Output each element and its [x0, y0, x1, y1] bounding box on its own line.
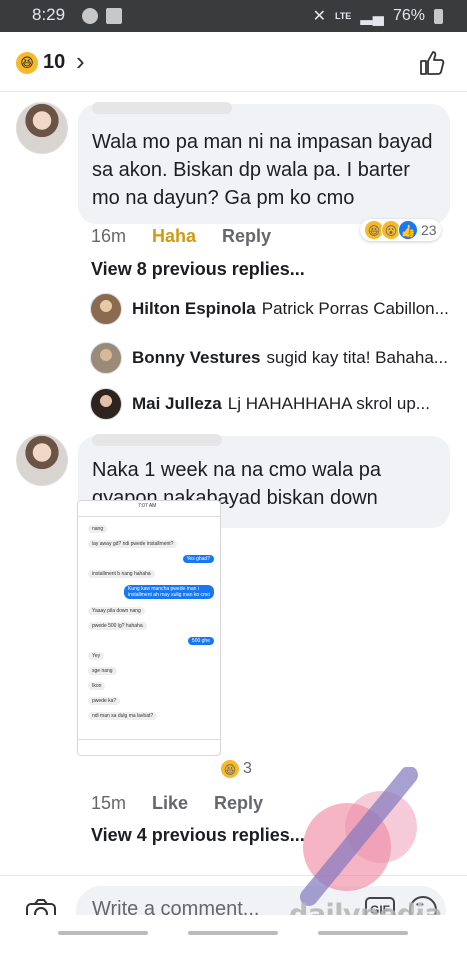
chat-screenshot-time: 7:07 AM: [138, 503, 157, 509]
chat-screenshot-message: ndi man sa dulg ma lavbat?: [88, 712, 158, 720]
like-reaction-icon: 👍: [398, 220, 418, 240]
comment-time: 15m: [91, 793, 127, 813]
commenter-avatar[interactable]: [16, 434, 68, 486]
signal-icon: ▂▄: [360, 8, 384, 25]
nav-back-button[interactable]: [58, 931, 148, 935]
gallery-icon: [106, 8, 122, 24]
status-right: ✕ LTE ▂▄ 76%: [313, 6, 443, 26]
commenter-avatar[interactable]: [16, 102, 68, 154]
reaction-count[interactable]: 10: [43, 51, 65, 74]
chat-screenshot-header: 7:07 AM: [78, 501, 220, 517]
reply-name[interactable]: Hilton Espinola: [132, 299, 256, 319]
chat-screenshot-message: Ikon: [88, 682, 106, 690]
chat-screenshot-message: 500 ghe: [187, 637, 214, 645]
chat-screenshot-message: pwede ka?: [88, 697, 121, 705]
like-button[interactable]: Like: [152, 793, 188, 814]
reaction-total: 3: [243, 760, 252, 777]
chat-screenshot-message: Yes ghad?: [182, 555, 214, 563]
reply-button[interactable]: Reply: [214, 793, 263, 814]
messenger-icon: [82, 8, 98, 24]
battery-percent: 76%: [392, 7, 425, 24]
system-nav-bar: [0, 915, 467, 960]
nav-home-button[interactable]: [188, 931, 278, 935]
reply-avatar[interactable]: [90, 342, 122, 374]
comment-reactions[interactable]: 😆 😮 👍 23: [360, 219, 441, 241]
reply-item[interactable]: Hilton Espinola Patrick Porras Cabillon.…: [90, 292, 450, 326]
reply-text: sugid kay tita! Bahaha...: [266, 348, 448, 367]
comment-actions: 15m Like Reply: [91, 793, 263, 814]
reply-avatar[interactable]: [90, 293, 122, 325]
chat-screenshot-message: Yaaay pila down nang: [88, 607, 145, 615]
reply-avatar[interactable]: [90, 388, 122, 420]
reply-text: Lj HAHAHHAHA skrol up...: [227, 394, 430, 413]
reply-name[interactable]: Mai Julleza: [132, 394, 222, 414]
chat-screenshot-composer: [78, 739, 220, 755]
reply-name[interactable]: Bonny Vestures: [132, 348, 261, 368]
status-notification-icons: [82, 8, 122, 24]
view-previous-replies[interactable]: View 4 previous replies...: [91, 825, 305, 846]
nav-recents-button[interactable]: [318, 931, 408, 935]
battery-icon: [434, 8, 443, 24]
commenter-name-blurred[interactable]: [92, 102, 232, 114]
chat-screenshot-message: installment b nang hahaha: [88, 570, 155, 578]
chat-screenshot-message: nang: [88, 525, 108, 533]
comments-sheet: 😆 10 › Wala mo pa man ni na impasan baya…: [0, 32, 467, 960]
commenter-name-blurred[interactable]: [92, 434, 222, 446]
status-time: 8:29: [32, 5, 66, 24]
chat-screenshot-message: pwede 500 lg? hahaha: [88, 622, 147, 630]
chat-screenshot-message: sge nang: [88, 667, 117, 675]
view-previous-replies[interactable]: View 8 previous replies...: [91, 259, 305, 280]
like-icon[interactable]: [419, 50, 445, 76]
image-reactions[interactable]: 😆 3: [220, 759, 252, 779]
reply-text: Patrick Porras Cabillon...: [261, 299, 449, 318]
chat-screenshot-message: Yey: [88, 652, 105, 660]
chevron-right-icon[interactable]: ›: [76, 46, 85, 77]
chat-screenshot-message: Kung kaw mancha pwede man i installment …: [124, 585, 214, 599]
reply-item[interactable]: Mai Julleza Lj HAHAHHAHA skrol up...: [90, 387, 450, 421]
reaction-total: 23: [421, 222, 437, 238]
attached-chat-screenshot[interactable]: 7:07 AM nang lay away gd? ndi pwede insta…: [77, 500, 221, 756]
haha-icon: 😆: [220, 759, 240, 779]
comment-bubble[interactable]: Wala mo pa man ni na impasan bayad sa ak…: [78, 102, 450, 224]
mute-icon: ✕: [312, 8, 326, 25]
comment-text: Wala mo pa man ni na impasan bayad sa ak…: [92, 131, 433, 209]
haha-reaction-icon[interactable]: 😆: [16, 52, 38, 74]
reactions-header: 😆 10 ›: [0, 32, 467, 92]
haha-button[interactable]: Haha: [152, 226, 196, 247]
comment-actions: 16m Haha Reply: [91, 226, 271, 247]
network-label: LTE: [334, 10, 352, 21]
comment-time: 16m: [91, 226, 127, 246]
chat-screenshot-message: lay away gd? ndi pwede installment?: [88, 540, 178, 548]
reply-item[interactable]: Bonny Vestures sugid kay tita! Bahaha...: [90, 341, 450, 375]
reply-button[interactable]: Reply: [222, 226, 271, 247]
status-bar: 8:29 ✕ LTE ▂▄ 76%: [0, 0, 467, 32]
